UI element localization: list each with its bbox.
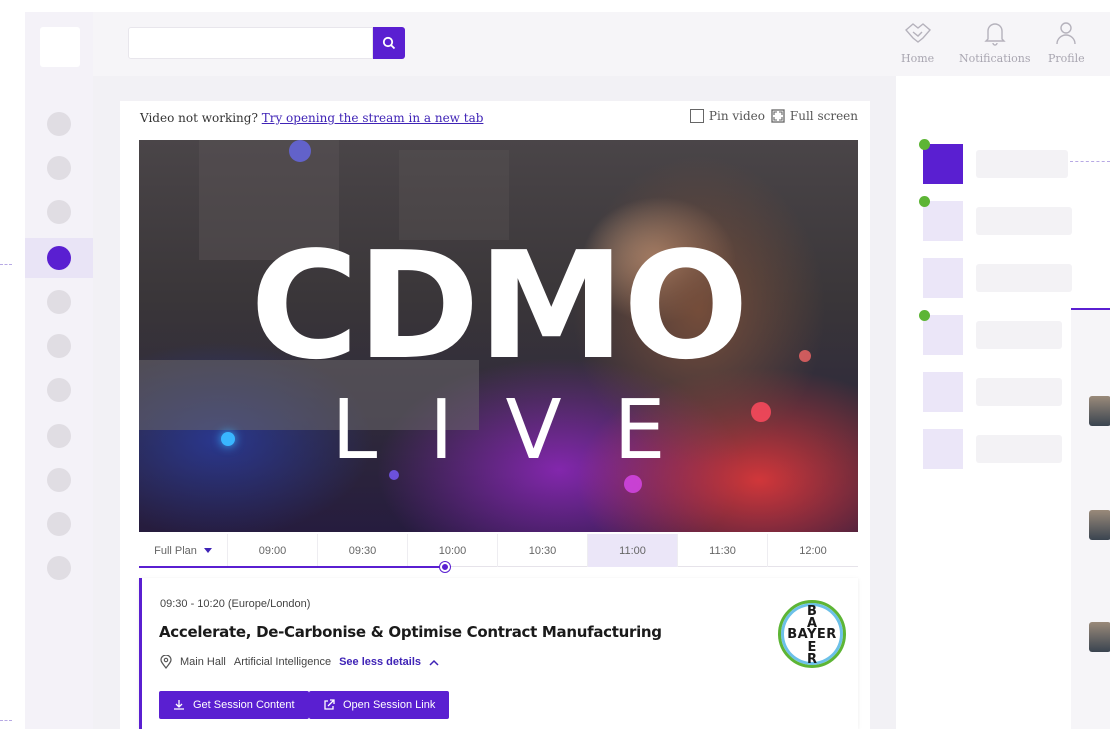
avatar[interactable] — [1089, 510, 1110, 540]
session-meta: Main Hall Artificial Intelligence See le… — [160, 655, 439, 669]
room-item-label — [976, 207, 1072, 235]
nav-notifications[interactable]: Notifications — [959, 20, 1031, 74]
plan-dropdown-label: Full Plan — [154, 544, 197, 557]
live-status-dot — [919, 310, 930, 321]
right-panel — [896, 76, 1110, 729]
nav-profile[interactable]: Profile — [1048, 20, 1085, 74]
session-track: Artificial Intelligence — [233, 656, 332, 668]
rail-nav-item-1[interactable] — [47, 112, 71, 136]
avatar[interactable] — [1089, 622, 1110, 652]
toggle-details-link[interactable]: See less details — [339, 656, 421, 668]
pin-video-button[interactable]: Pin video — [689, 109, 765, 123]
fullscreen-label: Full screen — [789, 109, 858, 123]
plan-dropdown[interactable]: Full Plan — [139, 534, 229, 567]
video-title-sub: LIVE — [331, 383, 718, 478]
rail-nav-item-10[interactable] — [47, 512, 71, 536]
open-session-link-button[interactable]: Open Session Link — [309, 691, 450, 719]
room-thumb[interactable] — [923, 258, 963, 298]
connector-line — [0, 264, 12, 265]
user-icon — [1056, 22, 1077, 45]
live-status-dot — [919, 196, 930, 207]
timeline-slot[interactable]: 09:30 — [318, 534, 409, 567]
search-input[interactable] — [128, 27, 373, 59]
room-thumb[interactable] — [923, 315, 963, 355]
connector-line — [1070, 161, 1110, 162]
fullscreen-icon — [771, 109, 785, 123]
nav-home-label: Home — [901, 52, 935, 65]
timeline-slot-current[interactable]: 11:00 — [588, 534, 679, 567]
bayer-logo-letter: A — [806, 616, 818, 631]
rail-nav-item-5[interactable] — [47, 290, 71, 314]
session-location: Main Hall — [180, 656, 226, 668]
left-rail — [25, 12, 93, 729]
pin-video-label: Pin video — [708, 109, 765, 123]
timeline-slot[interactable]: 10:00 — [408, 534, 499, 567]
open-session-link-label: Open Session Link — [343, 699, 436, 711]
session-title: Accelerate, De-Carbonise & Optimise Cont… — [159, 623, 662, 641]
stream-notice: Video not working? Try opening the strea… — [140, 111, 483, 125]
room-item-label — [976, 378, 1062, 406]
timeline-slot[interactable]: 12:00 — [768, 534, 858, 567]
chat-panel — [1071, 308, 1110, 729]
video-title-main: CDMO — [250, 220, 749, 392]
rail-logo[interactable] — [40, 27, 80, 67]
stream-card: Video not working? Try opening the strea… — [120, 101, 870, 729]
rail-nav-item-9[interactable] — [47, 468, 71, 492]
room-item-label — [976, 321, 1062, 349]
sponsor-logo-bayer: BAYER B A E R — [778, 600, 846, 668]
video-player[interactable]: CDMO LIVE — [139, 140, 858, 532]
session-card: 09:30 - 10:20 (Europe/London) Accelerate… — [139, 578, 858, 729]
rail-nav-item-11[interactable] — [47, 556, 71, 580]
download-icon — [174, 700, 184, 710]
handshake-icon — [904, 23, 931, 43]
nav-notifications-label: Notifications — [959, 52, 1031, 65]
fullscreen-button[interactable]: Full screen — [771, 109, 858, 123]
timeline-progress-bar — [139, 566, 446, 568]
connector-line — [0, 720, 12, 721]
app-root: Home Notifications Profile Video not wor… — [0, 0, 1110, 729]
video-bokeh — [289, 140, 311, 162]
location-pin-icon — [160, 655, 172, 669]
rail-nav-item-8[interactable] — [47, 424, 71, 448]
rail-nav-item-3[interactable] — [47, 200, 71, 224]
get-session-content-button[interactable]: Get Session Content — [159, 691, 309, 719]
open-stream-link[interactable]: Try opening the stream in a new tab — [262, 111, 484, 125]
rail-nav-item-6[interactable] — [47, 334, 71, 358]
top-bar: Home Notifications Profile — [93, 12, 1110, 76]
notice-text: Video not working? — [140, 111, 262, 125]
room-thumb-active[interactable] — [923, 144, 963, 184]
room-item-label — [976, 150, 1068, 178]
external-link-icon — [324, 699, 335, 710]
room-thumb[interactable] — [923, 429, 963, 469]
get-session-content-label: Get Session Content — [193, 699, 295, 711]
room-thumb[interactable] — [923, 372, 963, 412]
room-item-label — [976, 435, 1062, 463]
session-time: 09:30 - 10:20 (Europe/London) — [160, 598, 311, 610]
caret-down-icon — [203, 548, 212, 553]
main-area: Video not working? Try opening the strea… — [93, 76, 896, 729]
agenda-timeline: Full Plan 09:00 09:30 10:00 10:30 11:00 … — [139, 534, 858, 567]
timeline-slot[interactable]: 11:30 — [678, 534, 769, 567]
timeline-slot[interactable]: 10:30 — [498, 534, 589, 567]
rail-nav-item-7[interactable] — [47, 378, 71, 402]
chevron-up-icon[interactable] — [429, 659, 439, 666]
room-item-label — [976, 264, 1072, 292]
rail-nav-item-2[interactable] — [47, 156, 71, 180]
timeline-scrubber[interactable] — [440, 562, 450, 572]
timeline-slot[interactable]: 09:00 — [228, 534, 319, 567]
bayer-logo-letter: R — [806, 652, 817, 667]
pin-icon — [689, 109, 704, 123]
rail-nav-item-active[interactable] — [47, 246, 71, 270]
room-thumb[interactable] — [923, 201, 963, 241]
live-status-dot — [919, 139, 930, 150]
nav-profile-label: Profile — [1048, 52, 1085, 65]
search-icon — [382, 36, 396, 50]
bell-icon — [984, 23, 1006, 46]
nav-home[interactable]: Home — [901, 20, 934, 74]
search-button[interactable] — [373, 27, 405, 59]
avatar[interactable] — [1089, 396, 1110, 426]
